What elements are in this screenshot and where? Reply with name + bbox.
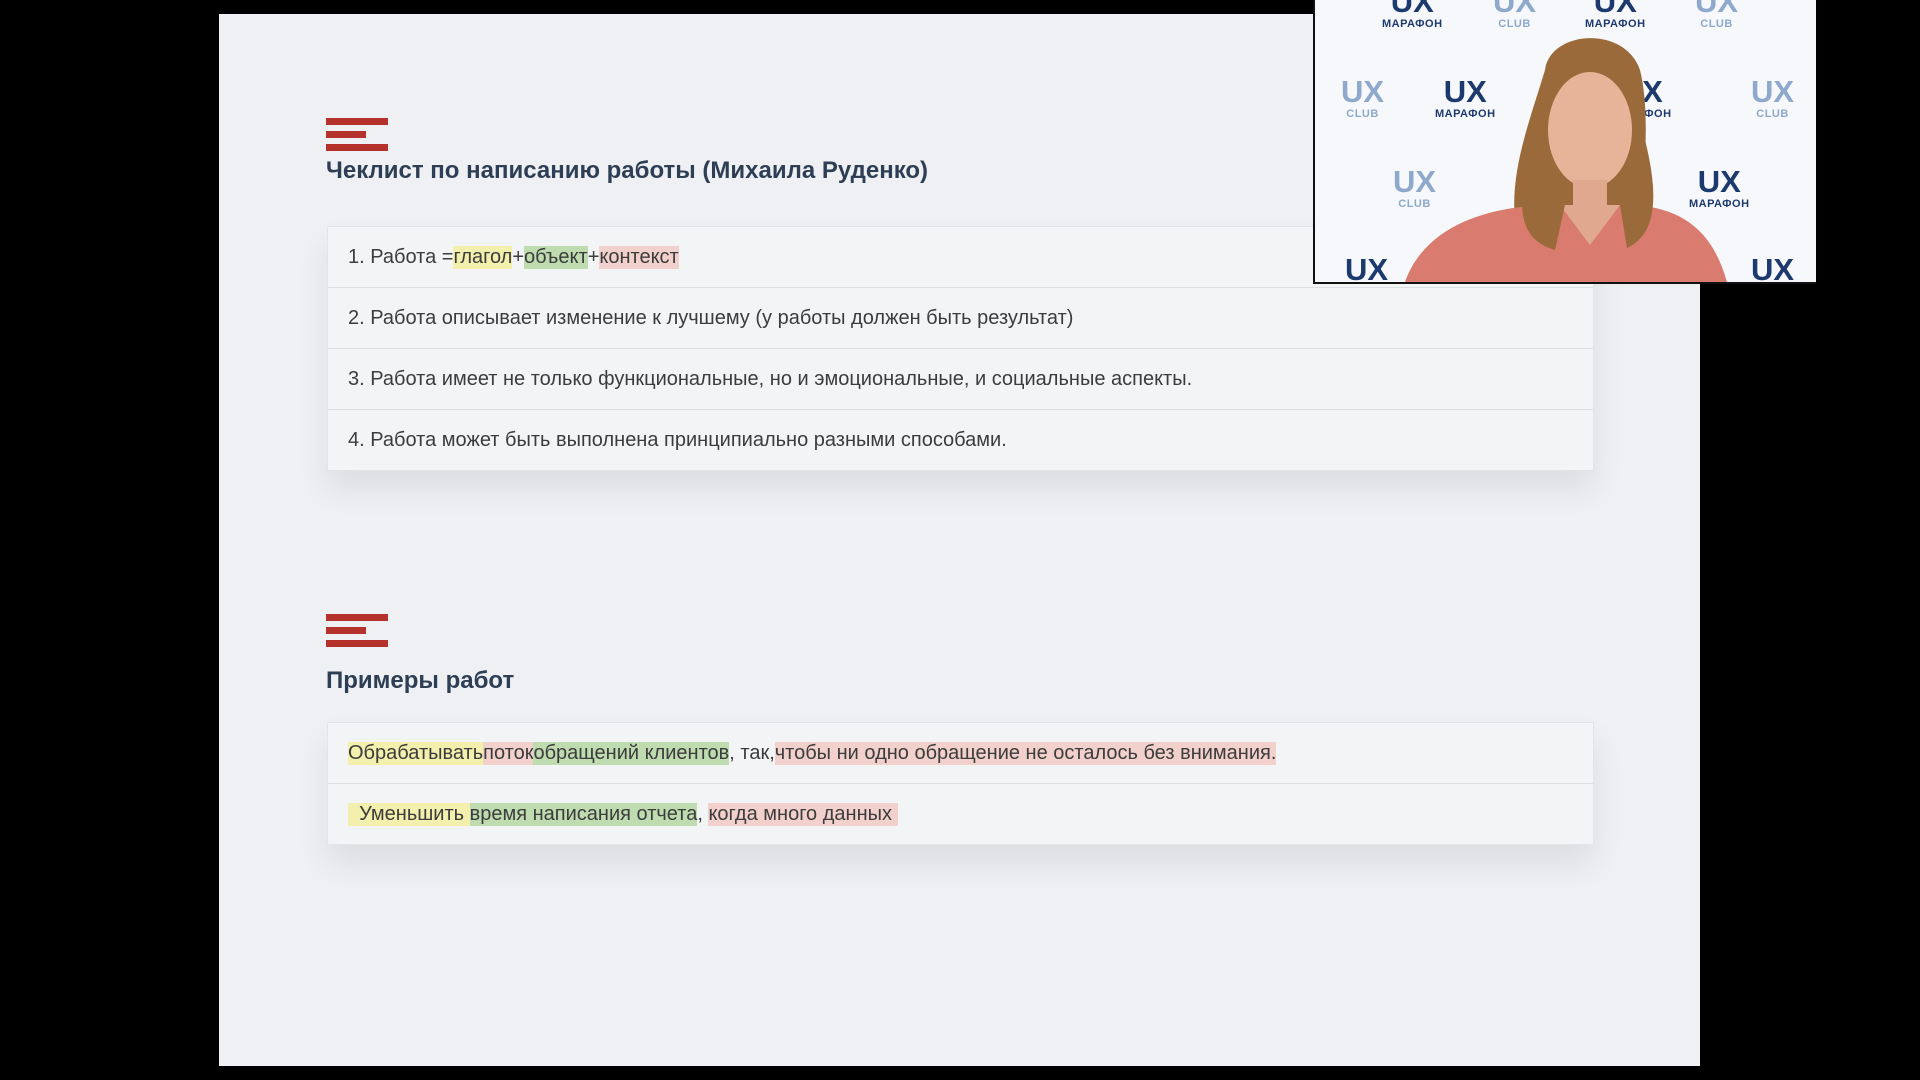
examples-card: Обрабатывать поток обращений клиентов, т… [327, 722, 1594, 845]
plus-sign: + [512, 245, 525, 268]
object-highlight: время написания отчета [469, 802, 698, 826]
verb-highlight: Уменьшить [348, 802, 470, 826]
context-highlight: контекст [599, 245, 679, 269]
checklist-item: 4. Работа может быть выполнена принципиа… [348, 428, 1007, 451]
context-highlight: чтобы ни одно обращение не осталось без … [774, 741, 1277, 765]
plus-sign: + [587, 245, 600, 268]
object-highlight: объект [524, 245, 588, 269]
connector-text: , [697, 802, 709, 825]
item-prefix: 1. Работа = [348, 245, 454, 268]
webcam-overlay: UX МАРАФОН UX CLUB UX МАРАФОН UX CLUB UX CLUB… [1313, 0, 1816, 284]
example-item: Обрабатывать поток обращений клиентов, т… [328, 723, 1593, 784]
context-highlight: когда много данных [708, 802, 898, 826]
section-accent-icon [326, 614, 388, 653]
object-highlight: обращений клиентов [533, 741, 730, 765]
section-accent-icon [326, 118, 388, 157]
verb-highlight: глагол [453, 245, 513, 269]
checklist-item: 2. Работа описывает изменение к лучшему … [328, 288, 1593, 349]
example-item: Уменьшить время написания отчета, когда … [328, 784, 1593, 844]
verb-highlight: Обрабатывать [348, 741, 484, 765]
checklist-title: Чеклист по написанию работы (Михаила Руд… [326, 157, 929, 184]
examples-title: Примеры работ [326, 667, 515, 694]
object-highlight: поток [483, 741, 534, 765]
checklist-item: 3. Работа имеет не только функциональные… [328, 349, 1593, 410]
presenter-video [1405, 38, 1727, 282]
connector-text: , так, [729, 741, 775, 764]
